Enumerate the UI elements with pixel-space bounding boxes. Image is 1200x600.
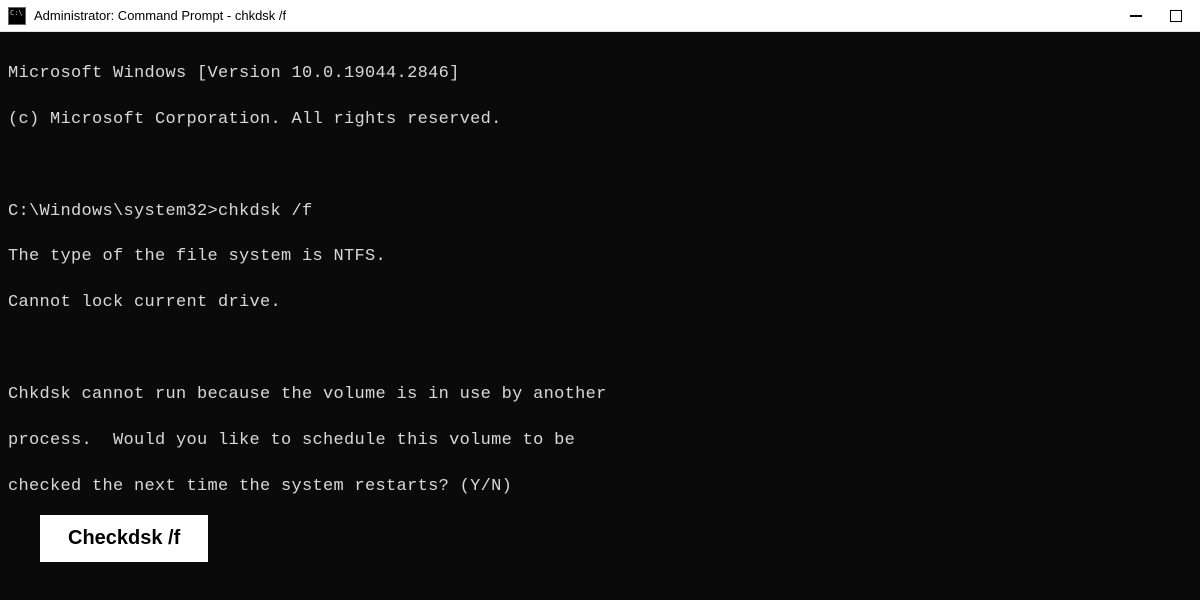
output-line: checked the next time the system restart… (8, 476, 1192, 499)
output-line: Chkdsk cannot run because the volume is … (8, 384, 1192, 407)
minimize-icon[interactable] (1130, 15, 1142, 17)
caption-label: Checkdsk /f (40, 515, 208, 562)
window-controls (1130, 10, 1192, 22)
output-line: (c) Microsoft Corporation. All rights re… (8, 109, 1192, 132)
output-line: process. Would you like to schedule this… (8, 430, 1192, 453)
terminal-output[interactable]: Microsoft Windows [Version 10.0.19044.28… (0, 32, 1200, 530)
cmd-icon (8, 7, 26, 25)
window-titlebar[interactable]: Administrator: Command Prompt - chkdsk /… (0, 0, 1200, 32)
output-line: Microsoft Windows [Version 10.0.19044.28… (8, 63, 1192, 86)
output-line: Cannot lock current drive. (8, 292, 1192, 315)
window-title: Administrator: Command Prompt - chkdsk /… (34, 8, 1130, 23)
output-blank (8, 155, 1192, 178)
prompt-line: C:\Windows\system32>chkdsk /f (8, 201, 1192, 224)
output-blank (8, 338, 1192, 361)
output-line: The type of the file system is NTFS. (8, 246, 1192, 269)
entered-command: chkdsk /f (218, 201, 313, 224)
maximize-icon[interactable] (1170, 10, 1182, 22)
prompt-path: C:\Windows\system32> (8, 201, 218, 224)
